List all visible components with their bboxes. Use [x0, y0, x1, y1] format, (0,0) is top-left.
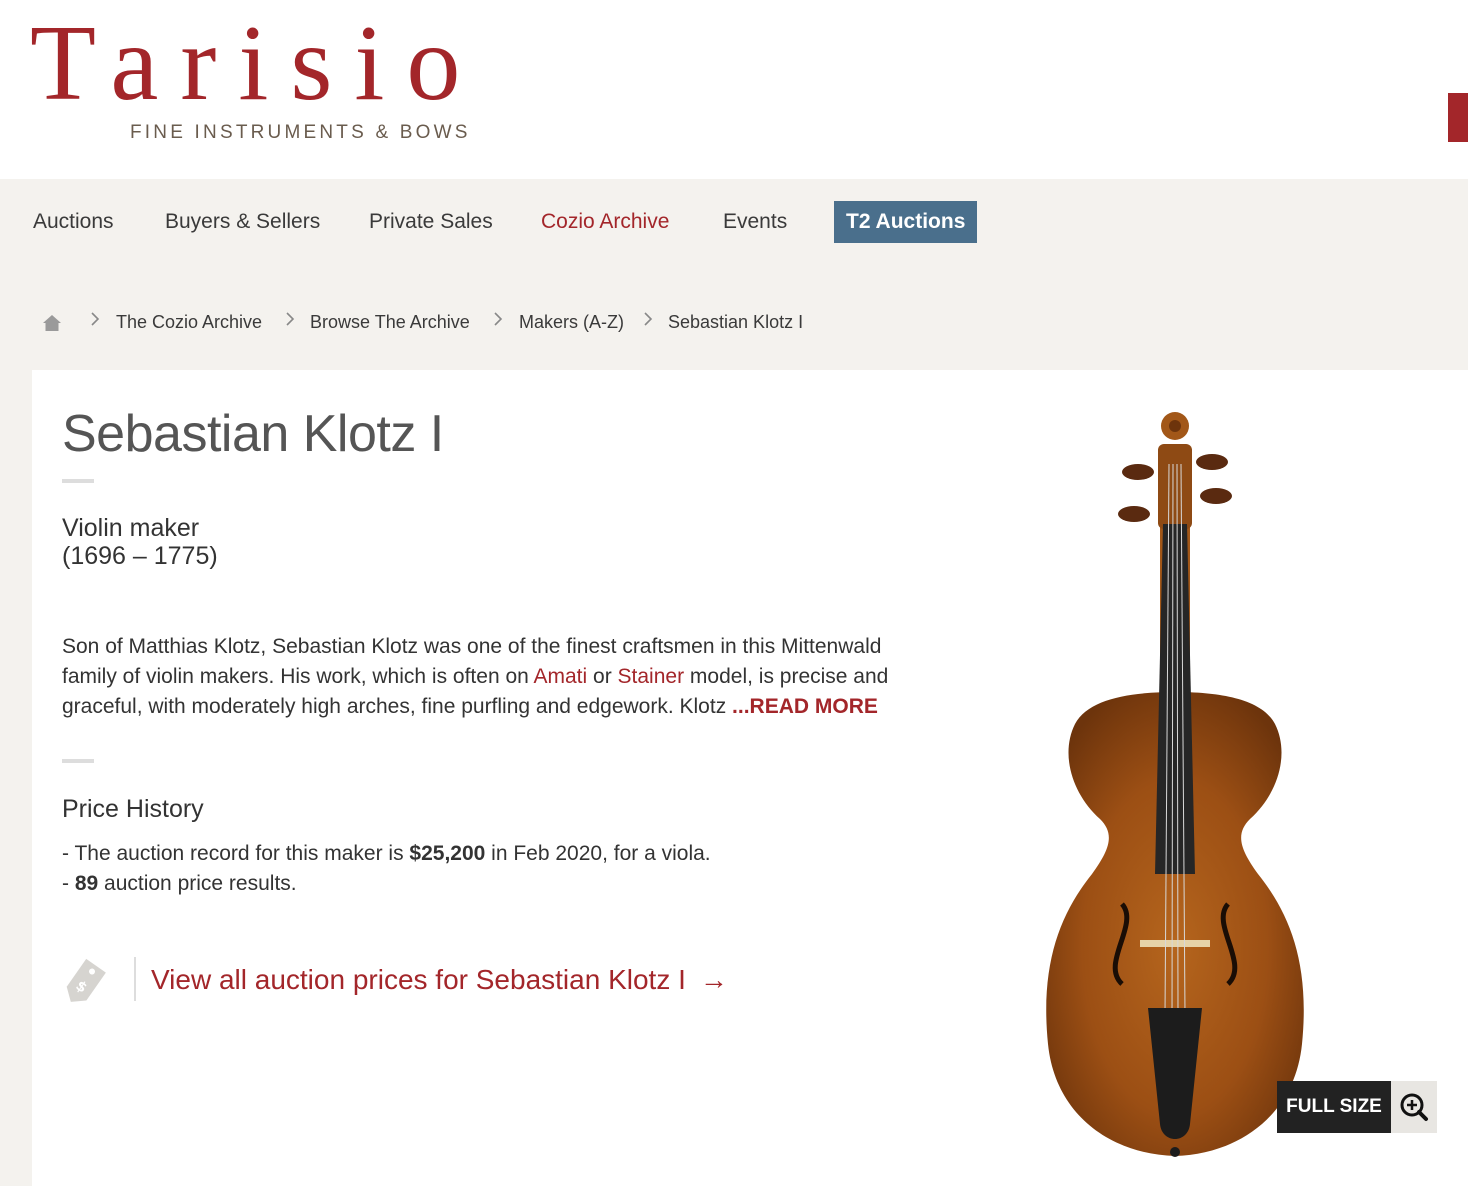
logo-tagline: FINE INSTRUMENTS & BOWS — [130, 122, 471, 143]
nav-cozio-archive[interactable]: Cozio Archive — [541, 209, 669, 235]
view-all-label[interactable]: View all auction prices for Sebastian Kl… — [151, 964, 686, 995]
arrow-right-icon: → — [699, 964, 728, 995]
maker-role-label: Violin maker — [62, 514, 200, 542]
nav-private-sales[interactable]: Private Sales — [369, 209, 493, 235]
count-value: 89 — [74, 872, 99, 895]
count-suffix: auction price results. — [98, 872, 297, 895]
record-suffix: in Feb 2020, for a viola. — [485, 842, 711, 865]
site-header: Tarisio FINE INSTRUMENTS & BOWS — [0, 0, 1468, 179]
maker-dates: (1696 – 1775) — [62, 542, 218, 570]
title-divider — [62, 479, 94, 483]
read-more-link[interactable]: ...READ MORE — [732, 695, 878, 718]
bio-text-2: or — [587, 665, 618, 688]
result-count-line: - 89 auction price results. — [62, 869, 297, 899]
price-history-title: Price History — [62, 795, 204, 823]
record-value: $25,200 — [409, 842, 486, 865]
header-action-tab[interactable] — [1448, 93, 1468, 142]
amati-link[interactable]: Amati — [534, 665, 588, 688]
stainer-link[interactable]: Stainer — [618, 665, 685, 688]
breadcrumb-browse-archive[interactable]: Browse The Archive — [310, 310, 470, 334]
count-prefix: - — [62, 872, 75, 895]
logo[interactable]: Tarisio — [30, 10, 482, 118]
zoom-in-icon[interactable] — [1391, 1081, 1437, 1133]
breadcrumb: The Cozio Archive Browse The Archive Mak… — [0, 300, 1468, 344]
chevron-right-icon — [285, 311, 295, 332]
maker-bio: Son of Matthias Klotz, Sebastian Klotz w… — [62, 632, 942, 722]
auction-record-line: - The auction record for this maker is $… — [62, 839, 711, 869]
instrument-image[interactable] — [1030, 404, 1320, 1169]
breadcrumb-makers[interactable]: Makers (A-Z) — [519, 310, 624, 334]
page-title: Sebastian Klotz I — [62, 405, 444, 463]
record-prefix: - The auction record for this maker is — [62, 842, 410, 865]
chevron-right-icon — [493, 311, 503, 332]
home-icon[interactable] — [42, 314, 62, 337]
full-size-button[interactable]: FULL SIZE — [1277, 1081, 1391, 1133]
main-nav: Auctions Buyers & Sellers Private Sales … — [0, 179, 1468, 267]
nav-auctions[interactable]: Auctions — [33, 209, 114, 235]
breadcrumb-cozio-archive[interactable]: The Cozio Archive — [116, 310, 262, 334]
nav-t2-auctions[interactable]: T2 Auctions — [834, 201, 978, 243]
chevron-right-icon — [90, 311, 100, 332]
link-divider — [134, 957, 136, 1001]
view-all-prices-link[interactable]: View all auction prices for Sebastian Kl… — [151, 962, 728, 998]
maker-role: Violin maker (1696 – 1775) — [62, 514, 218, 570]
chevron-right-icon — [643, 311, 653, 332]
breadcrumb-current: Sebastian Klotz I — [668, 312, 804, 332]
nav-buyers-sellers[interactable]: Buyers & Sellers — [165, 209, 320, 235]
section-divider — [62, 759, 94, 763]
price-tag-icon: $ — [58, 956, 110, 1015]
nav-events[interactable]: Events — [723, 209, 787, 235]
